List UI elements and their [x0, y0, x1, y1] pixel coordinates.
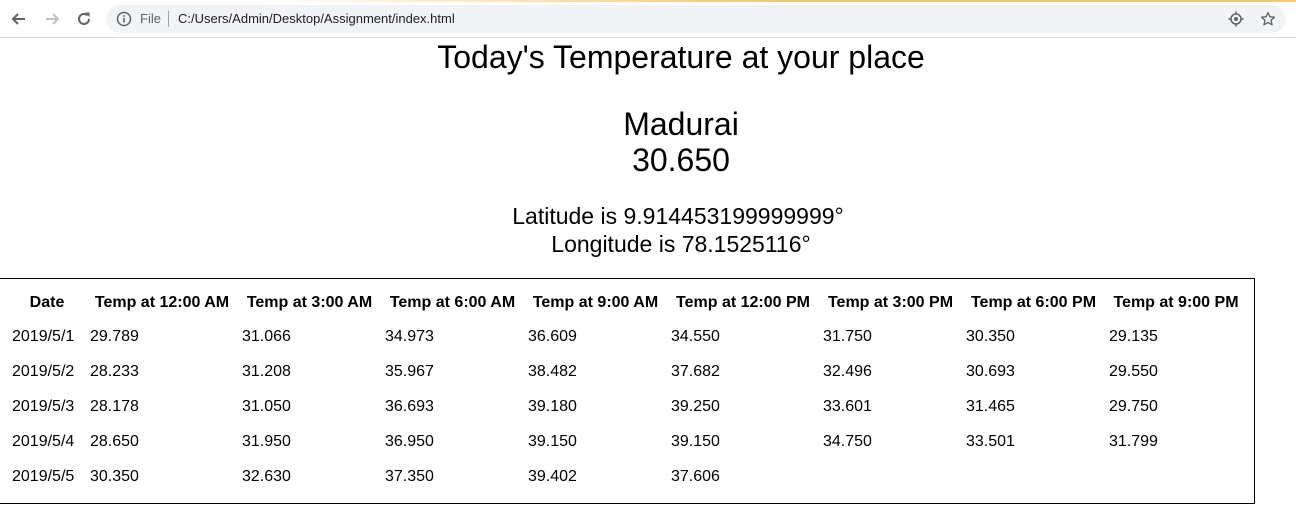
table-cell: 31.050 [242, 397, 291, 415]
table-cell: 2019/5/1 [12, 327, 75, 345]
column-header: Temp at 12:00 PM [676, 294, 810, 311]
table-cell: 35.967 [385, 362, 434, 380]
table-cell: 39.150 [671, 432, 720, 450]
column-header: Temp at 3:00 PM [827, 294, 954, 311]
table-cell: 39.402 [528, 467, 577, 485]
column-header: Date [29, 294, 65, 311]
url-text[interactable]: C:/Users/Admin/Desktop/Assignment/index.… [178, 11, 455, 26]
table-cell: 36.693 [385, 397, 434, 415]
table-cell: 30.693 [966, 362, 1015, 380]
table-cell: 38.482 [528, 362, 577, 380]
page-title: Today's Temperature at your place [437, 39, 925, 75]
table-cell: 31.208 [242, 362, 291, 380]
column-header: Temp at 6:00 AM [389, 294, 516, 311]
table-cell: 30.350 [966, 327, 1015, 345]
table-row: 2019/5/1 29.789 31.066 34.973 36.609 34.… [8, 319, 1247, 354]
table-cell: 39.150 [528, 432, 577, 450]
page-content: Today's Temperature at your place Madura… [0, 38, 1296, 520]
temperature-table: Date Temp at 12:00 AM Temp at 3:00 AM Te… [8, 287, 1247, 494]
table-cell: 29.135 [1109, 327, 1158, 345]
current-temperature: 30.650 [632, 142, 730, 178]
table-cell: 28.178 [90, 397, 139, 415]
address-bar[interactable]: File C:/Users/Admin/Desktop/Assignment/i… [106, 5, 1286, 33]
table-cell: 34.973 [385, 327, 434, 345]
table-cell: 39.250 [671, 397, 720, 415]
info-icon[interactable] [116, 11, 132, 27]
table-row: 2019/5/3 28.178 31.050 36.693 39.180 39.… [8, 389, 1247, 424]
table-cell: 2019/5/2 [12, 362, 75, 380]
city-name: Madurai [623, 106, 739, 142]
table-cell [819, 459, 962, 494]
table-cell: 29.550 [1109, 362, 1158, 380]
location-icon[interactable] [1228, 11, 1244, 27]
table-row: 2019/5/2 28.233 31.208 35.967 38.482 37.… [8, 354, 1247, 389]
table-cell: 2019/5/5 [12, 467, 75, 485]
table-cell: 31.750 [823, 327, 872, 345]
table-cell [962, 459, 1105, 494]
column-header: Temp at 9:00 PM [1113, 294, 1239, 311]
toolbar-accent-line [0, 0, 1296, 2]
table-cell: 31.950 [242, 432, 291, 450]
latitude-text: Latitude is 9.914453199999999° [512, 203, 844, 229]
table-cell: 2019/5/4 [12, 432, 75, 450]
table-cell: 30.350 [90, 467, 139, 485]
table-cell: 36.609 [528, 327, 577, 345]
table-row: 2019/5/5 30.350 32.630 37.350 39.402 37.… [8, 459, 1247, 494]
table-cell: 28.650 [90, 432, 139, 450]
table-cell: 29.789 [90, 327, 139, 345]
table-cell: 31.066 [242, 327, 291, 345]
table-cell: 36.950 [385, 432, 434, 450]
table-cell: 31.799 [1109, 432, 1158, 450]
url-scheme-label: File [140, 11, 161, 26]
table-cell: 33.501 [966, 432, 1015, 450]
url-separator [168, 11, 169, 27]
column-header: Temp at 12:00 AM [94, 294, 230, 311]
longitude-text: Longitude is 78.1525116° [551, 231, 811, 257]
table-row: 2019/5/4 28.650 31.950 36.950 39.150 39.… [8, 424, 1247, 459]
table-cell: 37.682 [671, 362, 720, 380]
forward-arrow-icon[interactable] [41, 8, 63, 30]
browser-toolbar: File C:/Users/Admin/Desktop/Assignment/i… [0, 0, 1296, 38]
column-header: Temp at 3:00 AM [246, 294, 373, 311]
table-cell: 32.496 [823, 362, 872, 380]
back-arrow-icon[interactable] [8, 8, 30, 30]
table-cell: 39.180 [528, 397, 577, 415]
table-cell [1105, 459, 1247, 494]
table-cell: 29.750 [1109, 397, 1158, 415]
table-cell: 37.606 [671, 467, 720, 485]
table-cell: 37.350 [385, 467, 434, 485]
table-cell: 34.750 [823, 432, 872, 450]
table-cell: 28.233 [90, 362, 139, 380]
table-cell: 2019/5/3 [12, 397, 75, 415]
reload-icon[interactable] [73, 8, 95, 30]
column-header: Temp at 6:00 PM [970, 294, 1097, 311]
column-header: Temp at 9:00 AM [532, 294, 659, 311]
table-cell: 31.465 [966, 397, 1015, 415]
table-cell: 34.550 [671, 327, 720, 345]
table-cell: 33.601 [823, 397, 872, 415]
temperature-table-container: Date Temp at 12:00 AM Temp at 3:00 AM Te… [0, 278, 1255, 504]
star-icon[interactable] [1260, 11, 1276, 27]
table-cell: 32.630 [242, 467, 291, 485]
table-header-row: Date Temp at 12:00 AM Temp at 3:00 AM Te… [8, 287, 1247, 319]
